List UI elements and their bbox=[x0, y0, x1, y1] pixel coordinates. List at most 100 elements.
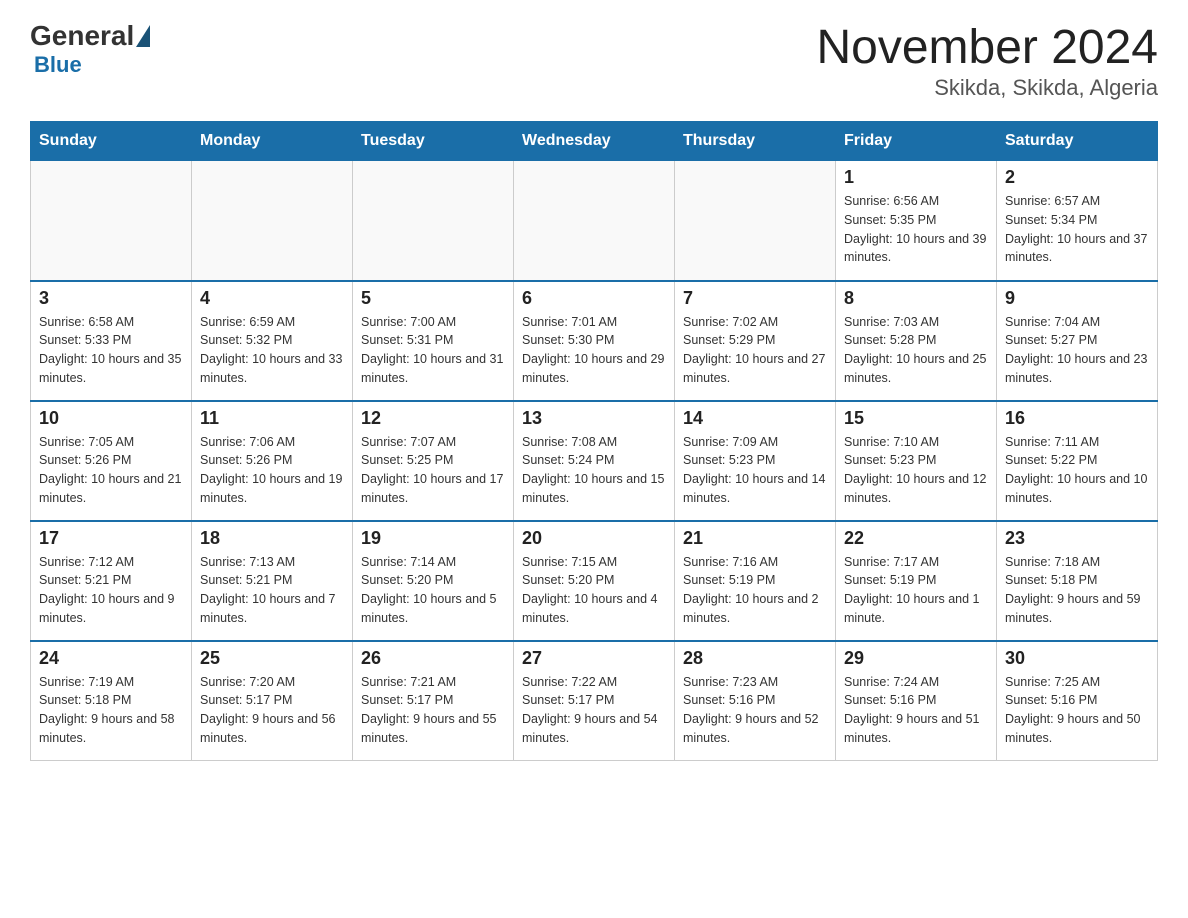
header-saturday: Saturday bbox=[997, 122, 1158, 161]
day-info: Sunrise: 6:59 AMSunset: 5:32 PMDaylight:… bbox=[200, 313, 344, 388]
calendar-cell: 12 Sunrise: 7:07 AMSunset: 5:25 PMDayligh… bbox=[353, 401, 514, 521]
calendar-cell: 6 Sunrise: 7:01 AMSunset: 5:30 PMDaylight… bbox=[514, 281, 675, 401]
calendar-cell bbox=[192, 161, 353, 281]
day-info: Sunrise: 7:02 AMSunset: 5:29 PMDaylight:… bbox=[683, 313, 827, 388]
day-number: 13 bbox=[522, 408, 666, 429]
calendar-cell: 17Sunrise: 7:12 AMSunset: 5:21 PMDayligh… bbox=[31, 521, 192, 641]
day-number: 9 bbox=[1005, 288, 1149, 309]
calendar-cell: 9 Sunrise: 7:04 AMSunset: 5:27 PMDaylight… bbox=[997, 281, 1158, 401]
calendar-week-row: 17Sunrise: 7:12 AMSunset: 5:21 PMDayligh… bbox=[31, 521, 1158, 641]
calendar-cell: 15 Sunrise: 7:10 AMSunset: 5:23 PMDayligh… bbox=[836, 401, 997, 521]
day-number: 10 bbox=[39, 408, 183, 429]
day-info: Sunrise: 6:57 AMSunset: 5:34 PMDaylight:… bbox=[1005, 192, 1149, 267]
day-number: 15 bbox=[844, 408, 988, 429]
day-info: Sunrise: 7:15 AMSunset: 5:20 PMDaylight:… bbox=[522, 553, 666, 628]
calendar-cell: 21Sunrise: 7:16 AMSunset: 5:19 PMDayligh… bbox=[675, 521, 836, 641]
day-number: 11 bbox=[200, 408, 344, 429]
day-info: Sunrise: 7:13 AMSunset: 5:21 PMDaylight:… bbox=[200, 553, 344, 628]
calendar-cell: 19 Sunrise: 7:14 AMSunset: 5:20 PMDayligh… bbox=[353, 521, 514, 641]
calendar-cell: 28 Sunrise: 7:23 AMSunset: 5:16 PMDayligh… bbox=[675, 641, 836, 761]
month-title: November 2024 bbox=[816, 20, 1158, 75]
calendar-week-row: 10 Sunrise: 7:05 AMSunset: 5:26 PMDayligh… bbox=[31, 401, 1158, 521]
header-wednesday: Wednesday bbox=[514, 122, 675, 161]
calendar-cell: 7 Sunrise: 7:02 AMSunset: 5:29 PMDaylight… bbox=[675, 281, 836, 401]
day-info: Sunrise: 7:06 AMSunset: 5:26 PMDaylight:… bbox=[200, 433, 344, 508]
header-tuesday: Tuesday bbox=[353, 122, 514, 161]
day-info: Sunrise: 7:17 AMSunset: 5:19 PMDaylight:… bbox=[844, 553, 988, 628]
day-info: Sunrise: 7:22 AMSunset: 5:17 PMDaylight:… bbox=[522, 673, 666, 748]
day-number: 30 bbox=[1005, 648, 1149, 669]
day-info: Sunrise: 7:16 AMSunset: 5:19 PMDaylight:… bbox=[683, 553, 827, 628]
day-number: 6 bbox=[522, 288, 666, 309]
day-info: Sunrise: 7:18 AMSunset: 5:18 PMDaylight:… bbox=[1005, 553, 1149, 628]
calendar-cell: 14 Sunrise: 7:09 AMSunset: 5:23 PMDayligh… bbox=[675, 401, 836, 521]
day-number: 12 bbox=[361, 408, 505, 429]
day-info: Sunrise: 7:00 AMSunset: 5:31 PMDaylight:… bbox=[361, 313, 505, 388]
day-number: 2 bbox=[1005, 167, 1149, 188]
day-info: Sunrise: 7:01 AMSunset: 5:30 PMDaylight:… bbox=[522, 313, 666, 388]
calendar-week-row: 3Sunrise: 6:58 AMSunset: 5:33 PMDaylight… bbox=[31, 281, 1158, 401]
day-number: 26 bbox=[361, 648, 505, 669]
calendar-cell bbox=[31, 161, 192, 281]
calendar-cell: 29 Sunrise: 7:24 AMSunset: 5:16 PMDayligh… bbox=[836, 641, 997, 761]
logo-triangle-icon bbox=[136, 25, 150, 47]
calendar-cell: 11 Sunrise: 7:06 AMSunset: 5:26 PMDayligh… bbox=[192, 401, 353, 521]
calendar-cell: 26 Sunrise: 7:21 AMSunset: 5:17 PMDayligh… bbox=[353, 641, 514, 761]
day-number: 5 bbox=[361, 288, 505, 309]
calendar-cell: 16 Sunrise: 7:11 AMSunset: 5:22 PMDayligh… bbox=[997, 401, 1158, 521]
day-info: Sunrise: 7:09 AMSunset: 5:23 PMDaylight:… bbox=[683, 433, 827, 508]
day-info: Sunrise: 6:56 AMSunset: 5:35 PMDaylight:… bbox=[844, 192, 988, 267]
day-number: 7 bbox=[683, 288, 827, 309]
day-number: 27 bbox=[522, 648, 666, 669]
day-number: 18 bbox=[200, 528, 344, 549]
logo: General Blue bbox=[30, 20, 152, 78]
calendar-week-row: 1 Sunrise: 6:56 AMSunset: 5:35 PMDaylight… bbox=[31, 161, 1158, 281]
header-thursday: Thursday bbox=[675, 122, 836, 161]
calendar-cell: 18 Sunrise: 7:13 AMSunset: 5:21 PMDayligh… bbox=[192, 521, 353, 641]
calendar-cell: 8 Sunrise: 7:03 AMSunset: 5:28 PMDaylight… bbox=[836, 281, 997, 401]
calendar-cell bbox=[675, 161, 836, 281]
day-info: Sunrise: 7:10 AMSunset: 5:23 PMDaylight:… bbox=[844, 433, 988, 508]
day-info: Sunrise: 7:23 AMSunset: 5:16 PMDaylight:… bbox=[683, 673, 827, 748]
day-info: Sunrise: 7:03 AMSunset: 5:28 PMDaylight:… bbox=[844, 313, 988, 388]
day-number: 16 bbox=[1005, 408, 1149, 429]
calendar-cell: 4 Sunrise: 6:59 AMSunset: 5:32 PMDaylight… bbox=[192, 281, 353, 401]
day-info: Sunrise: 7:14 AMSunset: 5:20 PMDaylight:… bbox=[361, 553, 505, 628]
day-info: Sunrise: 7:11 AMSunset: 5:22 PMDaylight:… bbox=[1005, 433, 1149, 508]
day-number: 22 bbox=[844, 528, 988, 549]
day-number: 19 bbox=[361, 528, 505, 549]
day-info: Sunrise: 7:05 AMSunset: 5:26 PMDaylight:… bbox=[39, 433, 183, 508]
day-info: Sunrise: 7:24 AMSunset: 5:16 PMDaylight:… bbox=[844, 673, 988, 748]
calendar-cell: 2 Sunrise: 6:57 AMSunset: 5:34 PMDaylight… bbox=[997, 161, 1158, 281]
calendar-cell: 20Sunrise: 7:15 AMSunset: 5:20 PMDayligh… bbox=[514, 521, 675, 641]
day-info: Sunrise: 7:07 AMSunset: 5:25 PMDaylight:… bbox=[361, 433, 505, 508]
day-number: 14 bbox=[683, 408, 827, 429]
title-section: November 2024 Skikda, Skikda, Algeria bbox=[816, 20, 1158, 101]
calendar-cell bbox=[514, 161, 675, 281]
calendar-cell: 10 Sunrise: 7:05 AMSunset: 5:26 PMDayligh… bbox=[31, 401, 192, 521]
day-number: 25 bbox=[200, 648, 344, 669]
calendar-cell: 3Sunrise: 6:58 AMSunset: 5:33 PMDaylight… bbox=[31, 281, 192, 401]
day-number: 1 bbox=[844, 167, 988, 188]
day-number: 29 bbox=[844, 648, 988, 669]
calendar-header-row: SundayMondayTuesdayWednesdayThursdayFrid… bbox=[31, 122, 1158, 161]
day-number: 24 bbox=[39, 648, 183, 669]
day-number: 23 bbox=[1005, 528, 1149, 549]
logo-general-text: General bbox=[30, 20, 134, 52]
calendar-table: SundayMondayTuesdayWednesdayThursdayFrid… bbox=[30, 121, 1158, 761]
day-number: 28 bbox=[683, 648, 827, 669]
day-info: Sunrise: 7:21 AMSunset: 5:17 PMDaylight:… bbox=[361, 673, 505, 748]
day-number: 4 bbox=[200, 288, 344, 309]
day-number: 8 bbox=[844, 288, 988, 309]
calendar-cell: 23 Sunrise: 7:18 AMSunset: 5:18 PMDayligh… bbox=[997, 521, 1158, 641]
page-header: General Blue November 2024 Skikda, Skikd… bbox=[30, 20, 1158, 101]
location: Skikda, Skikda, Algeria bbox=[816, 75, 1158, 101]
day-info: Sunrise: 7:12 AMSunset: 5:21 PMDaylight:… bbox=[39, 553, 183, 628]
calendar-cell: 25Sunrise: 7:20 AMSunset: 5:17 PMDayligh… bbox=[192, 641, 353, 761]
calendar-cell bbox=[353, 161, 514, 281]
header-sunday: Sunday bbox=[31, 122, 192, 161]
day-info: Sunrise: 7:08 AMSunset: 5:24 PMDaylight:… bbox=[522, 433, 666, 508]
day-info: Sunrise: 7:04 AMSunset: 5:27 PMDaylight:… bbox=[1005, 313, 1149, 388]
calendar-cell: 27 Sunrise: 7:22 AMSunset: 5:17 PMDayligh… bbox=[514, 641, 675, 761]
calendar-week-row: 24Sunrise: 7:19 AMSunset: 5:18 PMDayligh… bbox=[31, 641, 1158, 761]
